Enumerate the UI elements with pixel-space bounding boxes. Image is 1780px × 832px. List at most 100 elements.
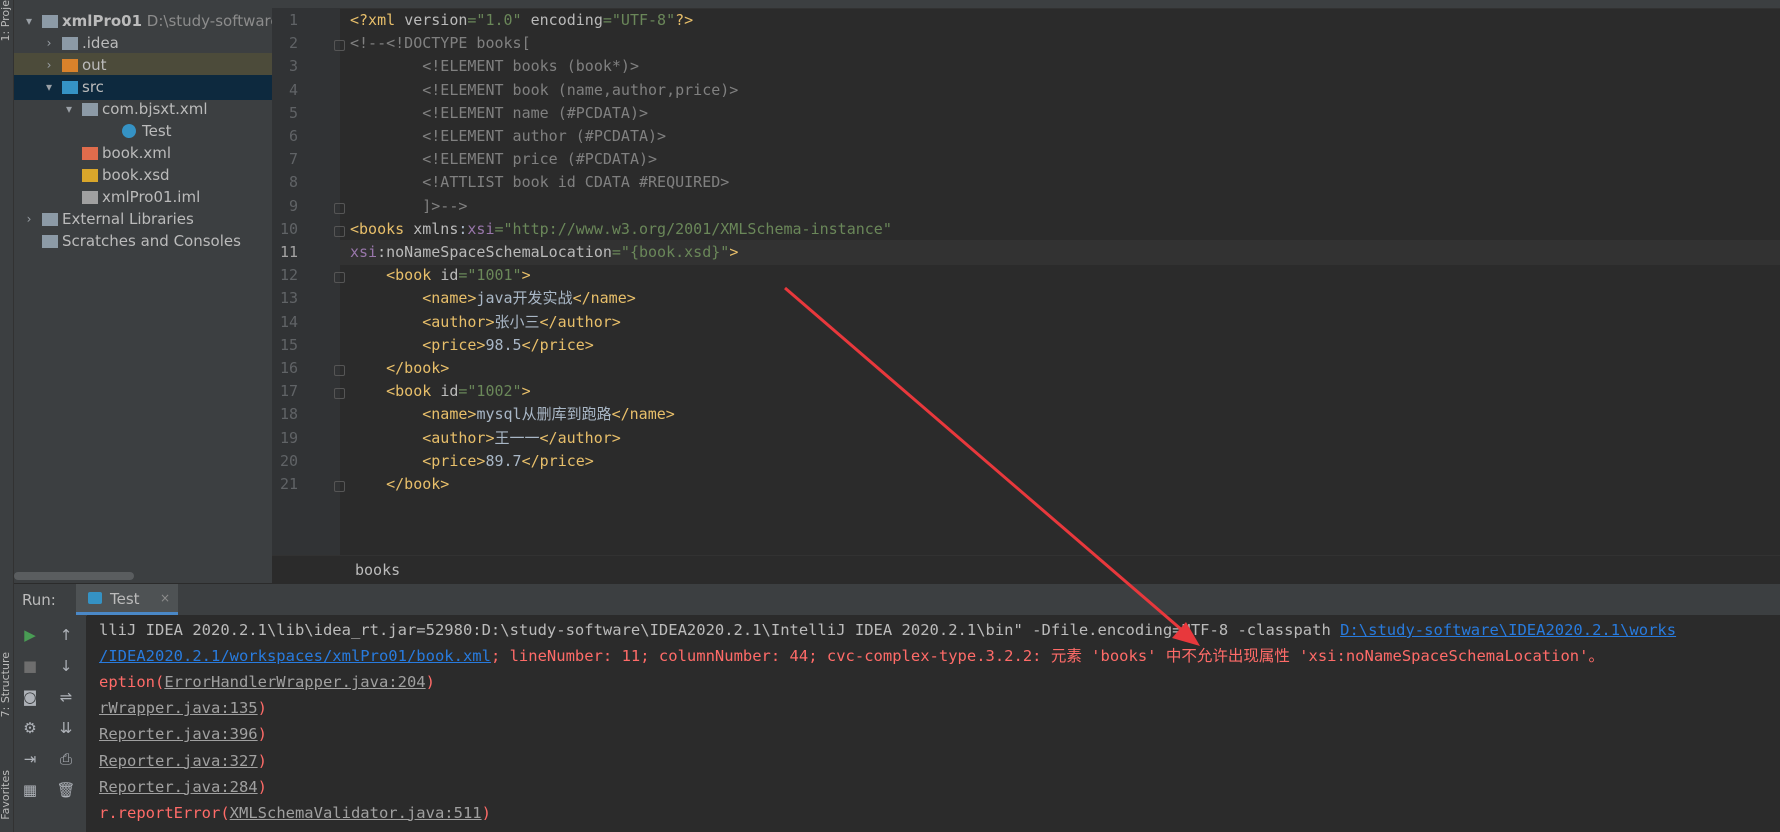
tree-item[interactable]: Scratches and Consoles: [14, 229, 272, 254]
run-panel-header: Run: Test ×: [14, 583, 1780, 616]
project-path-hint: D:\study-software: [142, 12, 272, 30]
line-number: 9: [288, 196, 298, 215]
line-number: 2: [288, 34, 298, 53]
close-icon[interactable]: ×: [160, 591, 170, 605]
line-number: 19: [279, 428, 298, 447]
console-output[interactable]: lliJ IDEA 2020.2.1\lib\idea_rt.jar=52980…: [87, 615, 1780, 832]
console-link[interactable]: D:\study-software\IDEA2020.2.1\works: [1340, 621, 1676, 639]
tree-item-label: Scratches and Consoles: [62, 232, 241, 250]
tree-horizontal-scrollbar[interactable]: [14, 572, 134, 580]
console-link[interactable]: /IDEA2020.2.1/workspaces/xmlPro01/book.x…: [99, 647, 491, 665]
line-number: 17: [279, 382, 298, 401]
line-number: 6: [288, 127, 298, 145]
console-link[interactable]: XMLSchemaValidator.java:511: [230, 804, 482, 822]
line-number: 15: [279, 335, 298, 354]
fold-marker-icon[interactable]: [334, 365, 345, 376]
scratches-icon: [42, 235, 58, 248]
trash-icon[interactable]: 🗑: [56, 780, 76, 800]
console-link[interactable]: Reporter.java:327: [99, 752, 258, 770]
java-class-icon: [122, 124, 136, 138]
exit-icon[interactable]: ⇥: [20, 749, 40, 769]
fold-marker-icon[interactable]: [334, 225, 345, 237]
scroll-to-end-icon[interactable]: ⇊: [56, 718, 76, 738]
code-line[interactable]: xsi:noNameSpaceSchemaLocation="{book.xsd…: [350, 240, 738, 265]
rerun-icon[interactable]: ▶: [20, 625, 40, 645]
breadcrumb: books: [272, 555, 1780, 584]
line-number: 13: [279, 289, 298, 308]
console-link[interactable]: rWrapper.java:135: [99, 699, 258, 717]
fold-marker-icon[interactable]: [334, 481, 345, 492]
code-line[interactable]: <price>89.7</price>: [350, 449, 594, 474]
breadcrumb-item[interactable]: books: [355, 561, 400, 579]
run-config-icon: [88, 592, 102, 604]
console-line: rWrapper.java:135): [99, 699, 267, 718]
line-number: 21: [279, 475, 298, 493]
print-icon[interactable]: ⎙: [56, 749, 76, 769]
fold-marker-icon[interactable]: [334, 40, 345, 52]
code-line[interactable]: <!--<!DOCTYPE books[: [350, 31, 531, 56]
console-link[interactable]: ErrorHandlerWrapper.java:204: [164, 673, 425, 691]
code-line[interactable]: <name>mysql从删库到跑路</name>: [350, 402, 675, 427]
console-line: Reporter.java:284): [99, 777, 267, 796]
code-line[interactable]: <books xmlns:xsi="http://www.w3.org/2001…: [350, 217, 892, 242]
console-line: eption(ErrorHandlerWrapper.java:204): [99, 673, 435, 692]
structure-tool-tab[interactable]: 7: Structure: [0, 652, 12, 717]
layout-icon[interactable]: ▦: [20, 780, 40, 800]
console-line: Reporter.java:396): [99, 725, 267, 744]
fold-marker-icon[interactable]: [334, 388, 345, 400]
line-number: 5: [288, 103, 298, 122]
xml-file-icon: [82, 147, 98, 160]
code-line[interactable]: <!ELEMENT book (name,author,price)>: [350, 78, 738, 103]
line-number: 4: [288, 80, 298, 99]
module-folder-icon: [42, 15, 58, 28]
settings-icon[interactable]: ⚙: [20, 718, 40, 738]
fold-marker-icon[interactable]: [334, 202, 345, 214]
fold-marker-icon[interactable]: [334, 272, 345, 284]
run-tab-test[interactable]: Test ×: [76, 584, 178, 615]
down-arrow-icon[interactable]: ↓: [56, 656, 76, 676]
code-line[interactable]: <price>98.5</price>: [350, 333, 594, 358]
run-toolbar: ▶ ↑ ■ ↓ ◙ ⇌ ⚙ ⇊ ⇥ ⎙ ▦ 🗑: [14, 615, 86, 832]
code-line[interactable]: <!ELEMENT price (#PCDATA)>: [350, 147, 657, 172]
iml-file-icon: [82, 191, 98, 204]
soft-wrap-icon[interactable]: ⇌: [56, 687, 76, 707]
code-line[interactable]: <name>java开发实战</name>: [350, 286, 636, 311]
line-number: 16: [279, 359, 298, 377]
libraries-icon: [42, 213, 58, 226]
line-number-gutter: 1 2 3 4 5 6 7 8 9 10 11 12 13 14 15 16 17 18 19 20 21: [272, 8, 345, 555]
run-panel-label: Run:: [22, 591, 56, 609]
code-line[interactable]: <book id="1002">: [350, 379, 531, 404]
line-number: 3: [288, 57, 298, 76]
package-icon: [82, 103, 98, 116]
camera-icon[interactable]: ◙: [20, 687, 40, 707]
code-line[interactable]: <author>王一一</author>: [350, 426, 621, 451]
console-line: lliJ IDEA 2020.2.1\lib\idea_rt.jar=52980…: [99, 621, 1677, 639]
code-line[interactable]: <author>张小三</author>: [350, 310, 621, 335]
line-number: 20: [279, 451, 298, 470]
xsd-file-icon: [82, 169, 98, 182]
line-number: 14: [279, 312, 298, 331]
console-line: r.reportError(XMLSchemaValidator.java:51…: [99, 803, 491, 822]
code-line[interactable]: ]>-->: [350, 194, 467, 219]
up-arrow-icon[interactable]: ↑: [56, 625, 76, 645]
code-line[interactable]: <book id="1001">: [350, 263, 531, 288]
code-line[interactable]: <!ATTLIST book id CDATA #REQUIRED>: [350, 170, 729, 195]
stop-icon[interactable]: ■: [20, 656, 40, 676]
code-line[interactable]: </book>: [350, 472, 449, 497]
favorites-tool-tab[interactable]: Favorites: [0, 770, 12, 820]
code-line[interactable]: <?xml version="1.0" encoding="UTF-8"?>: [350, 8, 693, 33]
line-number: 18: [279, 405, 298, 424]
code-line[interactable]: <!ELEMENT books (book*)>: [350, 54, 639, 79]
line-number: 8: [288, 173, 298, 192]
console-link[interactable]: Reporter.java:284: [99, 778, 258, 796]
code-editor[interactable]: 1 2 3 4 5 6 7 8 9 10 11 12 13 14 15 16 17 18 19 20 21 <?xml …: [272, 0, 1780, 555]
code-line[interactable]: <!ELEMENT name (#PCDATA)>: [350, 101, 648, 126]
code-line[interactable]: </book>: [350, 356, 449, 381]
code-line[interactable]: <!ELEMENT author (#PCDATA)>: [350, 124, 666, 149]
console-link[interactable]: Reporter.java:396: [99, 725, 258, 743]
line-number: 10: [279, 219, 298, 238]
source-folder-icon: [62, 81, 78, 94]
project-tool-tab[interactable]: 1: Proje: [0, 0, 12, 41]
project-tree: ▾ xmlPro01 D:\study-software › .idea › out ▾ sr…: [14, 0, 272, 583]
line-number: 7: [288, 150, 298, 169]
